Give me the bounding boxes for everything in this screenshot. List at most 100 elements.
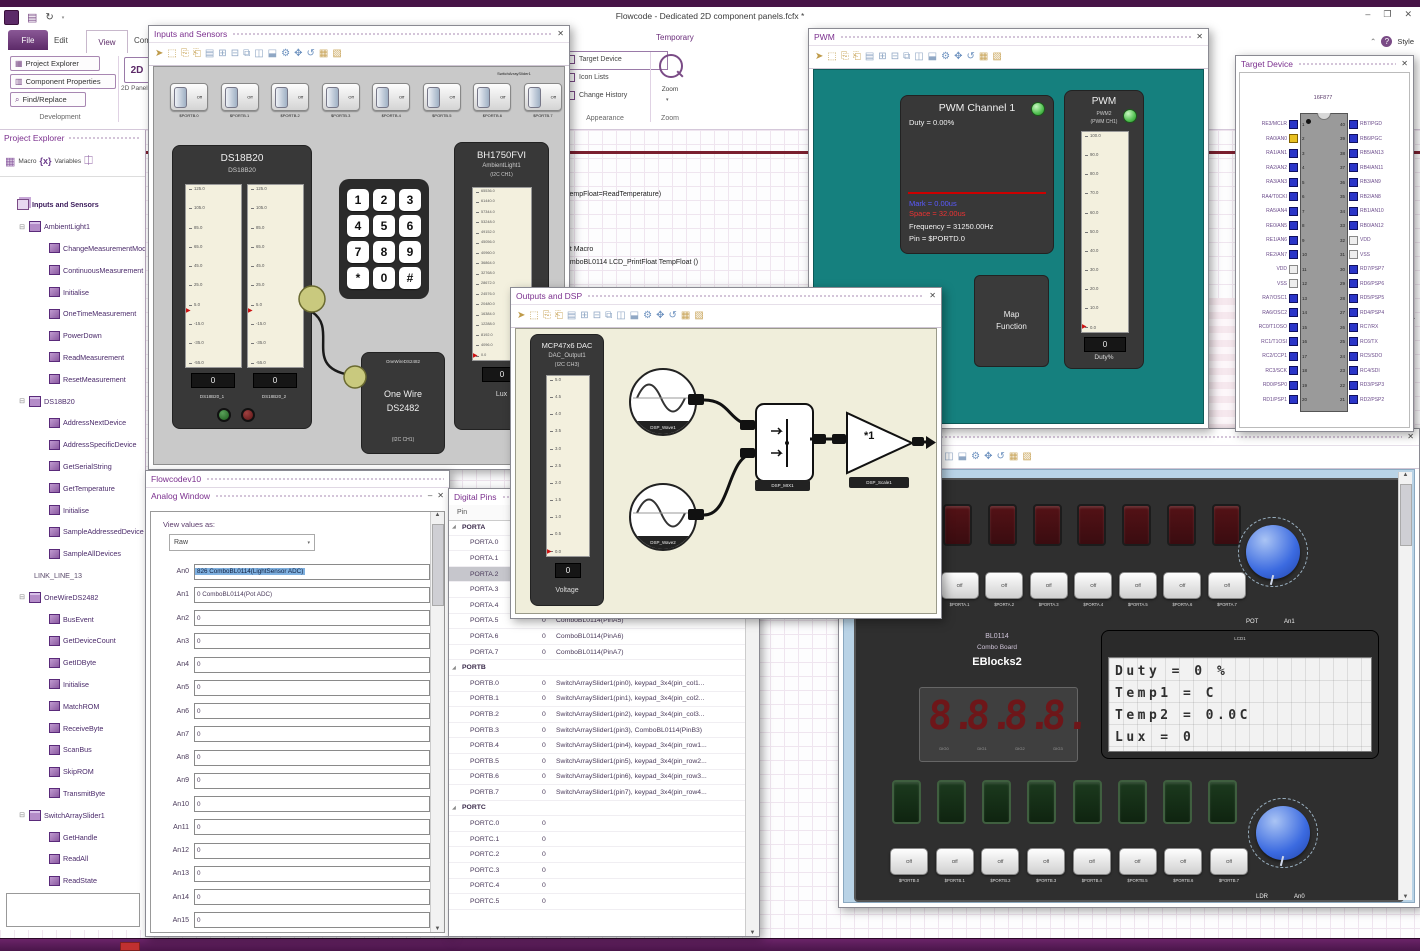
tree-item[interactable]: LINK_LINE_13	[0, 565, 145, 587]
properties-icon[interactable]: ⎅	[84, 155, 93, 168]
slider-pointer-icon[interactable]: ▶	[248, 308, 253, 314]
pin-row[interactable]: PORTB.2 0 SwitchArraySlider1(pin2), keyp…	[449, 707, 745, 723]
toolbar-icon[interactable]: ⊞	[218, 49, 226, 59]
chip-pin[interactable]: 26 RC7/RX	[1333, 320, 1411, 335]
map-function-block[interactable]: Map Function	[974, 275, 1049, 367]
target-device-checkbox[interactable]: Target Device	[566, 55, 622, 64]
pin-row[interactable]: PORTB.3 0 SwitchArraySlider1(pin3), Comb…	[449, 723, 745, 739]
vertical-scrollbar[interactable]: ▲ ▼	[1398, 472, 1412, 900]
toolbar-icon[interactable]: ▤	[865, 52, 874, 62]
switch-knob[interactable]	[325, 87, 339, 108]
scroll-down-icon[interactable]: ▼	[1403, 894, 1409, 900]
keypad-key[interactable]: 8	[373, 241, 395, 263]
chip-pin[interactable]: RA7/OSC1 13	[1242, 291, 1314, 306]
tree-item[interactable]: ChangeMeasurementMode	[0, 238, 145, 260]
analog-value-input[interactable]: 0	[194, 912, 430, 929]
toolbar-icon[interactable]: ↺	[966, 52, 974, 62]
expander-icon[interactable]: ⊟	[18, 593, 26, 601]
chip-pin[interactable]: 29 RD6/PSP6	[1333, 277, 1411, 292]
scroll-down-icon[interactable]: ▼	[435, 926, 441, 932]
voltage-slider[interactable]: 5.0 4.5 4.0 3.5 3.0 2.5 2.0 1.5 1.0 0.5 0.0 ▶	[546, 375, 590, 557]
keypad-key[interactable]: *	[347, 267, 369, 289]
tree-item[interactable]: AddressNextDevice	[0, 412, 145, 434]
toolbar-icon[interactable]: ⊟	[593, 311, 601, 321]
chip-pin[interactable]: RC2/CCP1 17	[1242, 349, 1314, 364]
toolbar-icon[interactable]: ⚙	[971, 452, 980, 462]
tree-item[interactable]: OneTimeMeasurement	[0, 303, 145, 325]
chip-pin[interactable]: RA0/AN0 2	[1242, 132, 1314, 147]
chip-pin[interactable]: 30 RD7/PSP7	[1333, 262, 1411, 277]
analog-value-input[interactable]: 0	[194, 796, 430, 813]
tree-item[interactable]: SampleAllDevices	[0, 543, 145, 565]
minimize-icon[interactable]: –	[1365, 9, 1370, 20]
pin-row[interactable]: PORTC.0 0	[449, 816, 745, 832]
toolbar-icon[interactable]: ➤	[815, 52, 823, 62]
analog-value-input[interactable]: 0	[194, 610, 430, 627]
toolbar-icon[interactable]: ▧	[992, 52, 1001, 62]
toolbar-icon[interactable]: ◫	[914, 52, 923, 62]
tree-item[interactable]: ReadState	[0, 870, 145, 892]
project-explorer-button[interactable]: ▦ Project Explorer	[10, 56, 100, 71]
zoom-button[interactable]: Zoom	[652, 86, 688, 93]
chip-pin[interactable]: 25 RC6/TX	[1333, 335, 1411, 350]
tree-item[interactable]: ⊟ OneWireDS2482	[0, 586, 145, 608]
tree-item[interactable]: ⊟ SwitchArraySlider1	[0, 804, 145, 826]
vertical-scrollbar[interactable]: ▲ ▼	[430, 512, 444, 932]
toolbar-icon[interactable]: ⎘	[181, 49, 189, 59]
tree-item[interactable]: ReceiveByte	[0, 717, 145, 739]
toolbar-icon[interactable]: ↺	[306, 49, 314, 59]
chip-pin[interactable]: RA4/T0CKI 6	[1242, 190, 1314, 205]
chip-pin[interactable]: 40 RB7/PGD	[1333, 117, 1411, 132]
toolbar-icon[interactable]: ⎘	[841, 52, 849, 62]
keypad-key[interactable]: 9	[399, 241, 421, 263]
chip-pin[interactable]: RC0/T1OSO 15	[1242, 320, 1314, 335]
tree-item[interactable]: GetSerialString	[0, 456, 145, 478]
chip-pin[interactable]: 31 VSS	[1333, 248, 1411, 263]
minimize-icon[interactable]: –	[428, 492, 432, 500]
dsp-mix-block[interactable]	[755, 403, 814, 482]
close-icon[interactable]: ✕	[557, 30, 564, 38]
chip-pin[interactable]: RA3/AN3 5	[1242, 175, 1314, 190]
pin-row[interactable]: PORTA.6 0 ComboBL0114(PinA6)	[449, 629, 745, 645]
toolbar-icon[interactable]: ⧉	[243, 49, 250, 59]
port-button[interactable]: Off	[1118, 848, 1157, 875]
toolbar-icon[interactable]: ◫	[616, 311, 625, 321]
toolbar-icon[interactable]: ➤	[155, 49, 163, 59]
toolbar-icon[interactable]: ✥	[294, 49, 302, 59]
2d-panel-button[interactable]: 2D	[124, 57, 150, 83]
pin-row[interactable]: PORTB.5 0 SwitchArraySlider1(pin5), keyp…	[449, 754, 745, 770]
keypad-key[interactable]: 1	[347, 189, 369, 211]
toolbar-icon[interactable]: ▧	[332, 49, 341, 59]
scrollbar-thumb[interactable]	[432, 524, 444, 606]
keypad-key[interactable]: 0	[373, 267, 395, 289]
analog-value-input[interactable]: 0	[194, 772, 430, 789]
toolbar-icon[interactable]: ✥	[954, 52, 962, 62]
analog-value-input[interactable]: 0	[194, 842, 430, 859]
analog-value-input[interactable]: 0	[194, 726, 430, 743]
pin-row[interactable]: PORTB.4 0 SwitchArraySlider1(pin4), keyp…	[449, 738, 745, 754]
analog-value-input[interactable]: 0	[194, 865, 430, 882]
toolbar-icon[interactable]: ▧	[694, 311, 703, 321]
macro-icon[interactable]: ▦	[5, 155, 15, 168]
onewire-block[interactable]: OneWireDS2482 One Wire DS2482 (I2C CH1)	[361, 352, 445, 454]
tree-item[interactable]: Initialise	[0, 499, 145, 521]
chip-pin[interactable]: 35 RB2/AN8	[1333, 190, 1411, 205]
change-history-checkbox[interactable]: Change History	[566, 91, 627, 100]
toolbar-icon[interactable]: ➤	[517, 311, 525, 321]
keypad-key[interactable]: 7	[347, 241, 369, 263]
knob-ball[interactable]	[1256, 806, 1310, 860]
scrollbar-thumb[interactable]	[1400, 484, 1412, 546]
pin-row[interactable]: PORTB.0 0 SwitchArraySlider1(pin0), keyp…	[449, 676, 745, 692]
port-button[interactable]: Off	[1207, 572, 1246, 599]
toolbar-icon[interactable]: ⬚	[827, 52, 836, 62]
chip-pin[interactable]: RD1/PSP1 20	[1242, 393, 1314, 408]
port-button[interactable]: Off	[1072, 848, 1111, 875]
chip-pin[interactable]: RD0/PSP0 19	[1242, 378, 1314, 393]
find-replace-button[interactable]: ⌕ Find/Replace	[10, 92, 86, 107]
chip-pin[interactable]: RE2/AN7 10	[1242, 248, 1314, 263]
toolbar-icon[interactable]: ⬓	[928, 52, 937, 62]
expander-icon[interactable]: ⊟	[18, 811, 26, 819]
toolbar-icon[interactable]: ▦	[1009, 452, 1018, 462]
chip-pin[interactable]: RE3/MCLR 1	[1242, 117, 1314, 132]
tree-item[interactable]: ⊟ DS18B20	[0, 390, 145, 412]
